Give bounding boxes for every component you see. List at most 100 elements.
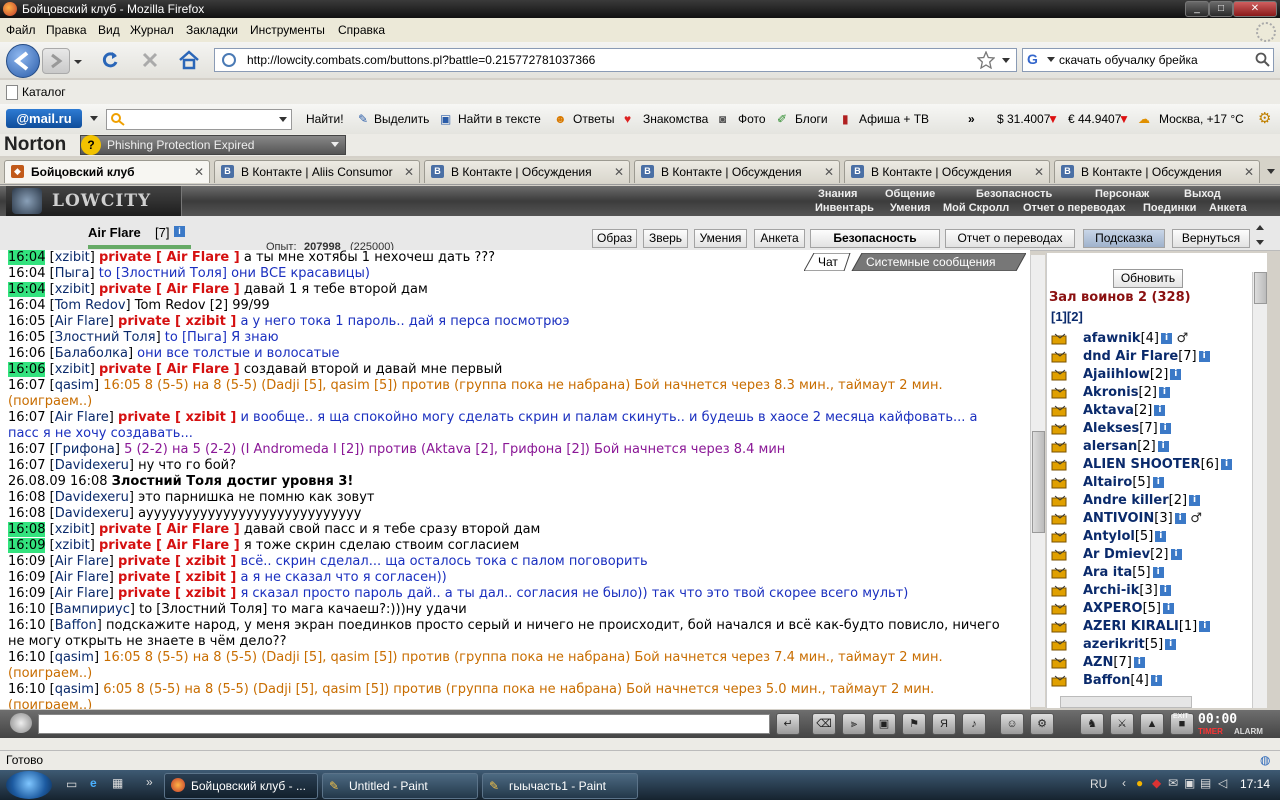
bookmark-catalog[interactable]: Каталог — [22, 85, 66, 99]
character-icon[interactable]: ♞ — [1080, 713, 1104, 735]
player-name[interactable]: AZN — [1083, 655, 1113, 670]
player-row[interactable]: Andre killer[2] i — [1083, 493, 1201, 508]
info-icon[interactable]: i — [1170, 369, 1182, 380]
game-menu-character[interactable]: Персонаж — [1095, 188, 1149, 200]
player-status-icon[interactable] — [1051, 584, 1069, 598]
room-scroll-thumb[interactable] — [1254, 272, 1267, 304]
tab-vkontakte-discussions-4[interactable]: B В Контакте | Обсуждения ✕ — [1054, 160, 1260, 183]
ie-icon[interactable]: e — [90, 776, 97, 790]
player-row[interactable]: Altairo[5] i — [1083, 475, 1164, 490]
info-icon[interactable]: i — [1161, 333, 1172, 344]
message-author[interactable]: Tom Redov — [55, 298, 126, 313]
info-icon[interactable]: i — [1154, 405, 1166, 416]
chat-scroll-thumb[interactable] — [1032, 431, 1045, 533]
game-menu-knowledge[interactable]: Знания — [818, 188, 857, 200]
player-status-icon[interactable] — [1051, 530, 1069, 544]
close-icon[interactable]: ✕ — [614, 161, 624, 183]
url-dropdown-icon[interactable] — [1001, 57, 1011, 65]
player-row[interactable]: dnd Air Flare[7] i — [1083, 349, 1210, 364]
filter-icon[interactable]: ⫸ — [842, 713, 866, 735]
private-tag[interactable]: private [ Air Flare ] — [99, 538, 240, 553]
menu-history[interactable]: Журнал — [130, 23, 174, 37]
player-name[interactable]: Aktava — [1083, 403, 1134, 418]
mailru-logo[interactable]: @mail.ru — [6, 109, 82, 128]
mailru-blogs-link[interactable]: Блоги — [795, 112, 828, 126]
player-status-icon[interactable] — [1051, 332, 1069, 346]
message-author[interactable]: Air Flare — [55, 410, 109, 425]
tab-vkontakte-aliis[interactable]: B В Контакте | Aliis Consumor ✕ — [214, 160, 420, 183]
weather-text[interactable]: Москва, +17 °C — [1159, 112, 1244, 126]
return-button[interactable]: Вернуться — [1172, 229, 1250, 248]
player-name[interactable]: afawnik — [1083, 331, 1141, 346]
message-author[interactable]: xzibit — [55, 522, 90, 537]
mailru-search-input[interactable] — [106, 109, 292, 130]
minimize-button[interactable]: _ — [1185, 1, 1209, 17]
message-author[interactable]: Злостний Толя — [55, 330, 156, 345]
norton-phishing-dropdown[interactable]: ? Phishing Protection Expired — [80, 135, 346, 155]
player-name[interactable]: ALIEN SHOOTER — [1083, 457, 1201, 472]
player-status-icon[interactable] — [1051, 602, 1069, 616]
private-tag[interactable]: private [ xzibit ] — [118, 586, 236, 601]
player-row[interactable]: Akronis[2] i — [1083, 385, 1170, 400]
private-tag[interactable]: private [ Air Flare ] — [99, 522, 240, 537]
player-name[interactable]: azerikrit — [1083, 637, 1145, 652]
mailru-find-in-text-button[interactable]: Найти в тексте — [458, 112, 541, 126]
menu-view[interactable]: Вид — [98, 23, 120, 37]
message-author[interactable]: xzibit — [55, 538, 90, 553]
settings-gear-icon[interactable]: ⚙ — [1258, 109, 1271, 127]
private-tag[interactable]: private [ Air Flare ] — [99, 282, 240, 297]
player-status-icon[interactable] — [1051, 674, 1069, 688]
back-button[interactable] — [6, 44, 40, 78]
message-author[interactable]: Davidexeru — [55, 506, 129, 521]
tab-vkontakte-discussions-3[interactable]: B В Контакте | Обсуждения ✕ — [844, 160, 1050, 183]
message-author[interactable]: qasim — [55, 682, 94, 697]
search-icon[interactable] — [1255, 52, 1271, 68]
player-name[interactable]: Archi-ik — [1083, 583, 1139, 598]
player-row[interactable]: ANTIVOIN[3] i ♂ — [1083, 511, 1202, 526]
message-author[interactable]: Davidexeru — [55, 458, 129, 473]
profile-button[interactable]: Анкета — [754, 229, 805, 248]
close-icon[interactable]: ✕ — [194, 161, 204, 183]
security-button[interactable]: Безопасность — [810, 229, 940, 248]
private-tag[interactable]: private [ xzibit ] — [118, 314, 236, 329]
player-row[interactable]: alersan[2] i — [1083, 439, 1169, 454]
message-author[interactable]: qasim — [55, 378, 94, 393]
message-author[interactable]: xzibit — [55, 282, 90, 297]
player-status-icon[interactable] — [1051, 368, 1069, 382]
mailru-dropdown-icon[interactable] — [90, 116, 98, 122]
lock-icon[interactable]: ▲ — [1140, 713, 1164, 735]
image-button[interactable]: Образ — [592, 229, 637, 248]
message-author[interactable]: Davidexeru — [55, 490, 129, 505]
player-row[interactable]: Ara ita[5] i — [1083, 565, 1164, 580]
save-icon[interactable]: ▣ — [872, 713, 896, 735]
player-row[interactable]: Aktava[2] i — [1083, 403, 1166, 418]
player-row[interactable]: Archi-ik[3] i — [1083, 583, 1171, 598]
player-name[interactable]: ANTIVOIN — [1083, 511, 1154, 526]
reload-button[interactable] — [100, 50, 120, 73]
tray-expand-icon[interactable]: ‹ — [1122, 776, 1126, 790]
message-author[interactable]: Air Flare — [55, 586, 109, 601]
player-status-icon[interactable] — [1051, 386, 1069, 400]
message-author[interactable]: xzibit — [55, 250, 90, 265]
private-tag[interactable]: private [ xzibit ] — [118, 570, 236, 585]
player-name[interactable]: AZERI KIRALI — [1083, 619, 1179, 634]
forward-button[interactable] — [42, 48, 70, 74]
norton-tray-icon[interactable]: ● — [1136, 776, 1143, 790]
player-row[interactable]: AZERI KIRALI[1] i — [1083, 619, 1211, 634]
history-dropdown[interactable] — [72, 56, 84, 66]
tab-list-dropdown-icon[interactable] — [1266, 168, 1276, 176]
player-row[interactable]: AZN[7] i — [1083, 655, 1145, 670]
message-author[interactable]: Air Flare — [55, 314, 109, 329]
room-pages[interactable]: [1][2] — [1051, 309, 1083, 324]
menu-edit[interactable]: Правка — [46, 23, 87, 37]
display-tray-icon[interactable]: ▤ — [1200, 776, 1211, 790]
chevron-down-icon[interactable] — [279, 117, 287, 123]
message-author[interactable]: qasim — [55, 650, 94, 665]
info-icon[interactable]: i — [1158, 387, 1170, 398]
mailru-afisha-link[interactable]: Афиша + ТВ — [859, 112, 929, 126]
player-status-icon[interactable] — [1051, 620, 1069, 634]
room-scrollbar[interactable] — [1252, 272, 1267, 708]
emoticons-icon[interactable]: ☺ — [1000, 713, 1024, 735]
player-row[interactable]: ALIEN SHOOTER[6] i — [1083, 457, 1232, 472]
bookmark-star-icon[interactable] — [977, 51, 995, 69]
